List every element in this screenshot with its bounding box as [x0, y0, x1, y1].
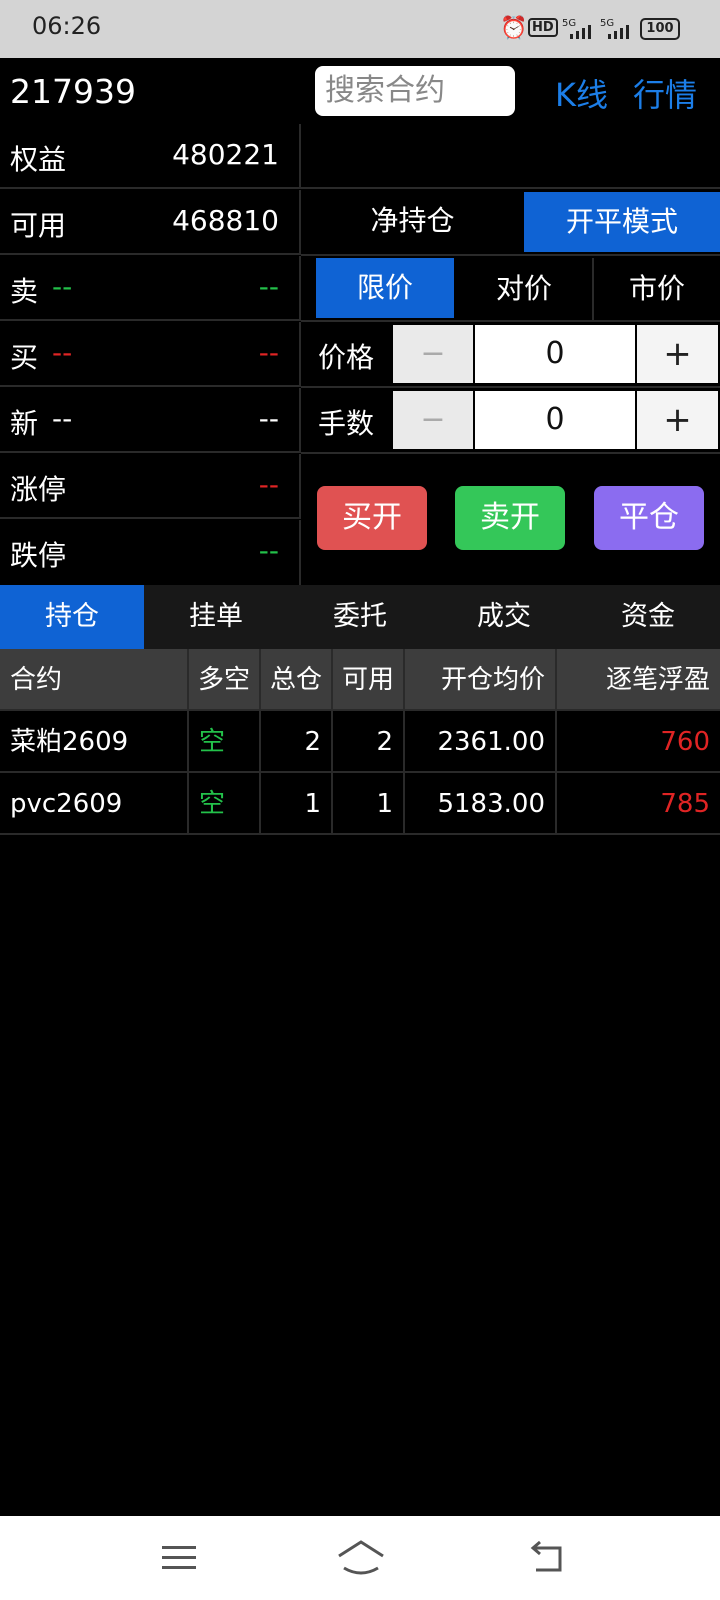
sell-open-button[interactable]: 卖开 — [455, 486, 565, 550]
col-total: 总仓 — [261, 649, 333, 711]
col-avg-price: 开仓均价 — [405, 649, 557, 711]
svg-text:5G: 5G — [600, 18, 614, 29]
hd-icon: HD — [528, 18, 558, 37]
open-close-mode-button[interactable]: 开平模式 — [524, 192, 720, 252]
menu-icon[interactable] — [162, 1544, 198, 1576]
last-price-row: 新 -- -- — [0, 388, 301, 453]
buy-label: 买 — [10, 341, 39, 374]
row1-contract[interactable]: 菜粕2609 — [0, 711, 189, 773]
sell-price: -- — [52, 270, 73, 303]
divider — [301, 254, 720, 256]
sell-label: 卖 — [10, 275, 39, 308]
app-header: 217939 搜索合约 K线 行情 — [0, 58, 720, 124]
buy-price: -- — [52, 336, 73, 369]
divider — [301, 320, 720, 322]
row1-direction: 空 — [189, 711, 261, 773]
limit-down-label: 跌停 — [10, 539, 67, 572]
price-type-market[interactable]: 市价 — [594, 258, 720, 320]
row1-pnl: 760 — [557, 711, 720, 773]
tab-orders[interactable]: 委托 — [288, 585, 432, 649]
buy-open-button[interactable]: 买开 — [317, 486, 427, 550]
col-available: 可用 — [333, 649, 405, 711]
last-label: 新 — [10, 407, 39, 440]
available-row: 可用 468810 — [0, 190, 301, 255]
row2-avg-price: 5183.00 — [405, 773, 557, 835]
net-position-button[interactable]: 净持仓 — [301, 190, 524, 252]
row2-direction: 空 — [189, 773, 261, 835]
search-input[interactable]: 搜索合约 — [315, 66, 515, 116]
limit-down-row: 跌停 -- — [0, 520, 301, 585]
buy-volume: -- — [258, 336, 279, 369]
kline-link[interactable]: K线 — [555, 70, 608, 116]
qty-input[interactable]: 0 — [475, 391, 635, 449]
sell-volume: -- — [258, 270, 279, 303]
price-plus-button[interactable]: + — [637, 325, 718, 383]
limit-up-value: -- — [258, 468, 279, 501]
bottom-tabs: 持仓 挂单 委托 成交 资金 — [0, 585, 720, 649]
limit-up-label: 涨停 — [10, 473, 67, 506]
col-direction: 多空 — [189, 649, 261, 711]
price-minus-button[interactable]: − — [393, 325, 473, 383]
row1-total: 2 — [261, 711, 333, 773]
price-input[interactable]: 0 — [475, 325, 635, 383]
row1-available: 2 — [333, 711, 405, 773]
home-icon[interactable] — [336, 1538, 386, 1580]
status-bar: 06:26 ⏰ HD 5G 5G 100 — [0, 0, 720, 58]
tab-positions[interactable]: 持仓 — [0, 585, 144, 649]
status-time: 06:26 — [32, 12, 102, 40]
available-label: 可用 — [10, 209, 67, 242]
account-id: 217939 — [10, 72, 136, 111]
equity-label: 权益 — [10, 143, 67, 176]
price-type-counter[interactable]: 对价 — [456, 258, 594, 320]
available-value: 468810 — [172, 204, 279, 237]
system-nav-bar — [0, 1516, 720, 1600]
qty-plus-button[interactable]: + — [637, 391, 718, 449]
close-position-button[interactable]: 平仓 — [594, 486, 704, 550]
buy-quote-row: 买 -- -- — [0, 322, 301, 387]
back-icon[interactable] — [530, 1540, 570, 1578]
col-pnl: 逐笔浮盈 — [557, 649, 720, 711]
battery-icon: 100 — [640, 18, 680, 40]
qty-minus-button[interactable]: − — [393, 391, 473, 449]
last-change: -- — [258, 402, 279, 435]
equity-value: 480221 — [172, 138, 279, 171]
quotes-link[interactable]: 行情 — [633, 70, 697, 116]
svg-text:5G: 5G — [562, 18, 576, 29]
alarm-icon: ⏰ — [500, 16, 528, 41]
equity-row: 权益 480221 — [0, 124, 301, 189]
signal-icon: 5G — [562, 16, 596, 44]
tab-pending[interactable]: 挂单 — [144, 585, 288, 649]
signal-icon-2: 5G — [600, 16, 634, 44]
row2-total: 1 — [261, 773, 333, 835]
limit-up-row: 涨停 -- — [0, 454, 301, 519]
col-contract: 合约 — [0, 649, 189, 711]
divider — [301, 452, 720, 454]
row1-avg-price: 2361.00 — [405, 711, 557, 773]
price-label: 价格 — [318, 341, 375, 374]
row2-contract[interactable]: pvc2609 — [0, 773, 189, 835]
row2-available: 1 — [333, 773, 405, 835]
divider — [301, 386, 720, 388]
row2-pnl: 785 — [557, 773, 720, 835]
price-type-limit[interactable]: 限价 — [316, 258, 454, 318]
right-blank-row — [301, 124, 720, 189]
tab-trades[interactable]: 成交 — [432, 585, 576, 649]
tab-funds[interactable]: 资金 — [576, 585, 720, 649]
qty-label: 手数 — [318, 407, 375, 440]
sell-quote-row: 卖 -- -- — [0, 256, 301, 321]
limit-down-value: -- — [258, 534, 279, 567]
last-price: -- — [52, 402, 73, 435]
